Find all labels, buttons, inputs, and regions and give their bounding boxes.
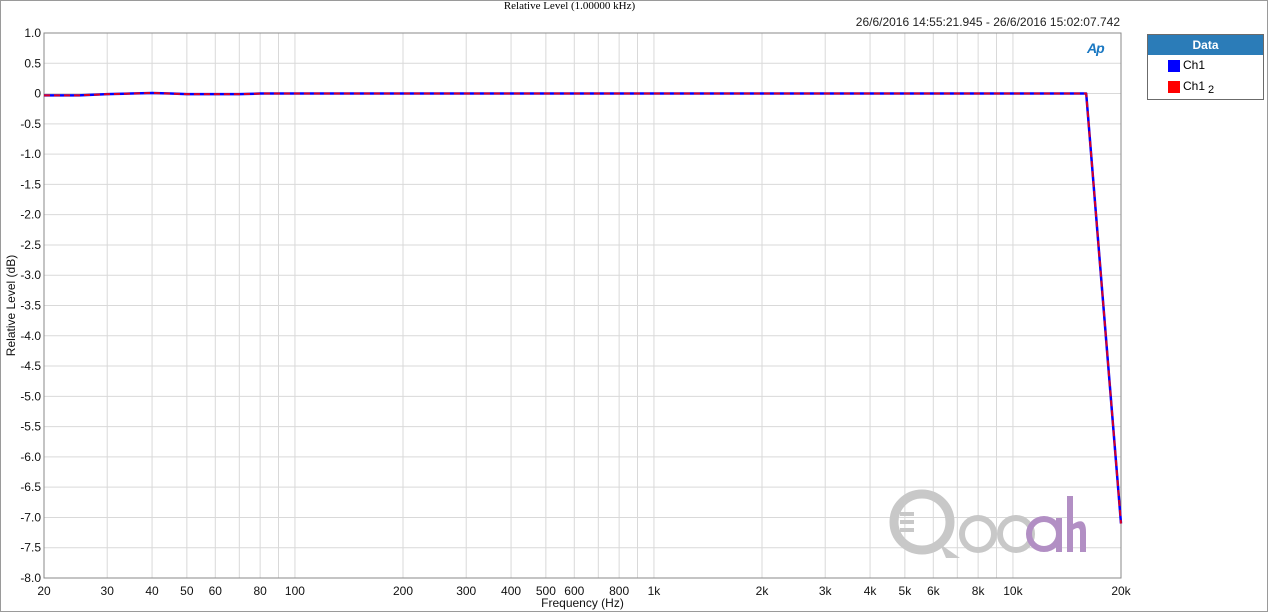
y-tick-label: -0.5	[20, 117, 41, 131]
x-axis-label: Frequency (Hz)	[541, 596, 624, 610]
y-tick-label: -8.0	[20, 571, 41, 585]
y-tick-label: -5.0	[20, 389, 41, 403]
y-tick-labels: 1.0 0.5 0 -0.5 -1.0 -1.5 -2.0 -2.5 -3.0 -3.5 -4.0 -…	[20, 26, 41, 585]
legend-swatch-ch1-2	[1168, 81, 1180, 93]
y-tick-label: -6.5	[20, 480, 41, 494]
x-tick-label: 2k	[756, 584, 770, 598]
y-tick-label: 0	[34, 87, 41, 101]
y-tick-label: -5.5	[20, 420, 41, 434]
x-tick-label: 50	[180, 584, 194, 598]
y-tick-label: -2.0	[20, 208, 41, 222]
y-tick-label: -7.0	[20, 510, 41, 524]
y-tick-label: -3.5	[20, 299, 41, 313]
x-tick-label: 6k	[927, 584, 941, 598]
y-tick-label: -3.0	[20, 268, 41, 282]
x-tick-label: 3k	[819, 584, 833, 598]
x-tick-label: 30	[101, 584, 115, 598]
y-tick-label: 0.5	[24, 56, 41, 70]
x-tick-label: 200	[393, 584, 413, 598]
x-tick-label: 300	[456, 584, 476, 598]
y-tick-label: -7.5	[20, 541, 41, 555]
y-tick-label: -2.5	[20, 238, 41, 252]
legend-label: Ch1 2	[1183, 79, 1215, 96]
y-axis-label: Relative Level (dB)	[4, 255, 18, 356]
ap-logo: Ap	[1087, 40, 1105, 56]
y-tick-label: -1.0	[20, 147, 41, 161]
y-tick-label: -4.0	[20, 329, 41, 343]
legend-item-ch1-2[interactable]: Ch1 2	[1148, 76, 1263, 97]
x-tick-label: 20	[37, 584, 51, 598]
legend-item-ch1[interactable]: Ch1	[1148, 55, 1263, 76]
x-tick-label: 40	[145, 584, 159, 598]
x-tick-label: 4k	[864, 584, 878, 598]
y-tick-label: -1.5	[20, 177, 41, 191]
legend-title: Data	[1148, 35, 1263, 55]
x-tick-label: 100	[285, 584, 305, 598]
series-line-2	[44, 91, 1122, 524]
x-tick-label: 60	[209, 584, 223, 598]
legend-swatch-ch1	[1168, 60, 1180, 72]
legend[interactable]: Data Ch1 Ch1 2	[1147, 34, 1264, 100]
y-tick-label: -4.5	[20, 359, 41, 373]
y-tick-label: -6.0	[20, 450, 41, 464]
x-tick-label: 20k	[1111, 584, 1131, 598]
series-layer	[44, 91, 1123, 524]
x-tick-label: 400	[501, 584, 521, 598]
x-tick-label: 10k	[1003, 584, 1023, 598]
x-tick-label: 1k	[648, 584, 662, 598]
x-tick-label: 5k	[899, 584, 913, 598]
qooah-watermark-logo	[889, 489, 1086, 558]
x-tick-label: 80	[253, 584, 267, 598]
legend-label: Ch1	[1183, 58, 1206, 72]
x-tick-label: 8k	[972, 584, 986, 598]
y-tick-label: 1.0	[24, 26, 41, 40]
series-line-1	[44, 91, 1123, 524]
